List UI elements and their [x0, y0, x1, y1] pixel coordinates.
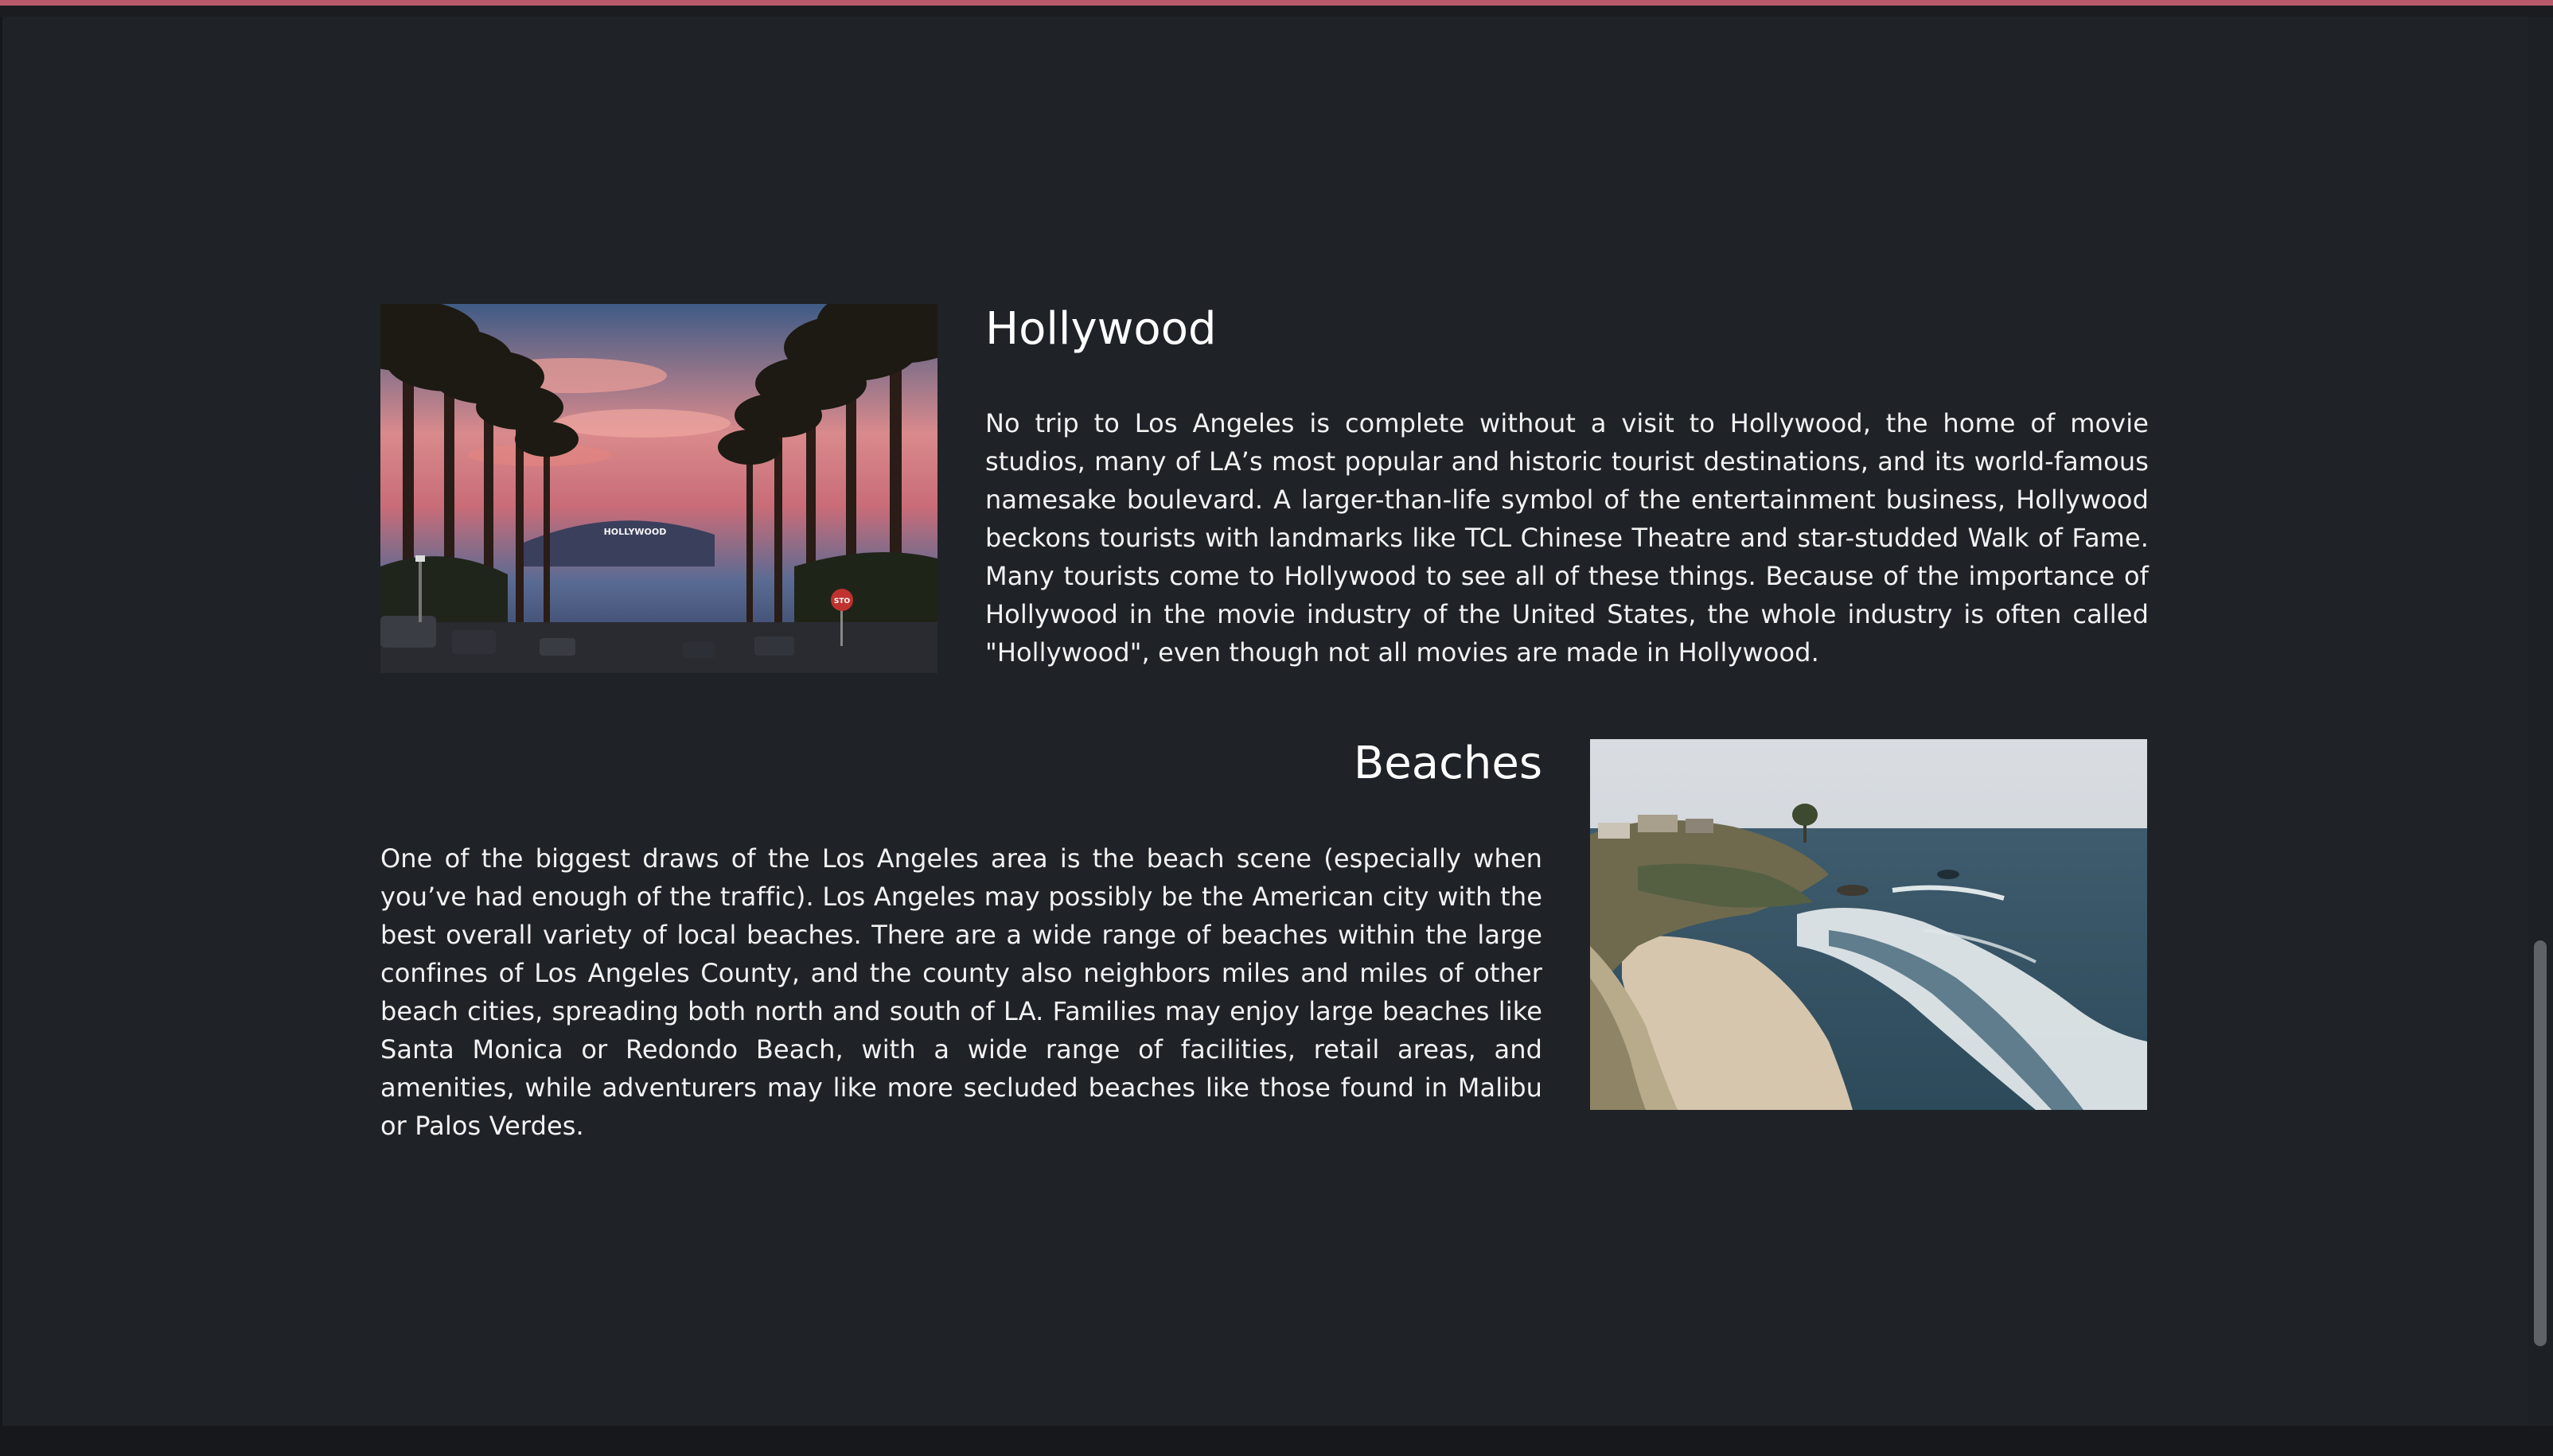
- window-edge: [0, 0, 2, 1456]
- hollywood-photo-illustration: HOLLYWOOD STO: [380, 304, 937, 673]
- svg-text:HOLLYWOOD: HOLLYWOOD: [604, 527, 667, 537]
- top-accent-bar: [0, 0, 2553, 6]
- section-title: Beaches: [1353, 738, 1542, 789]
- section-description: No trip to Los Angeles is complete witho…: [985, 408, 2149, 668]
- beaches-photo: [1590, 739, 2147, 1110]
- section-description: One of the biggest draws of the Los Ange…: [380, 843, 1542, 1141]
- section-title: Hollywood: [985, 303, 1217, 355]
- bottom-bar: [0, 1426, 2553, 1456]
- beaches-photo-illustration: [1590, 739, 2147, 1110]
- svg-text:STO: STO: [834, 598, 851, 605]
- scrollbar-thumb[interactable]: [2534, 940, 2547, 1346]
- top-bar-shadow: [0, 6, 2553, 17]
- hollywood-photo: HOLLYWOOD STO: [380, 304, 937, 673]
